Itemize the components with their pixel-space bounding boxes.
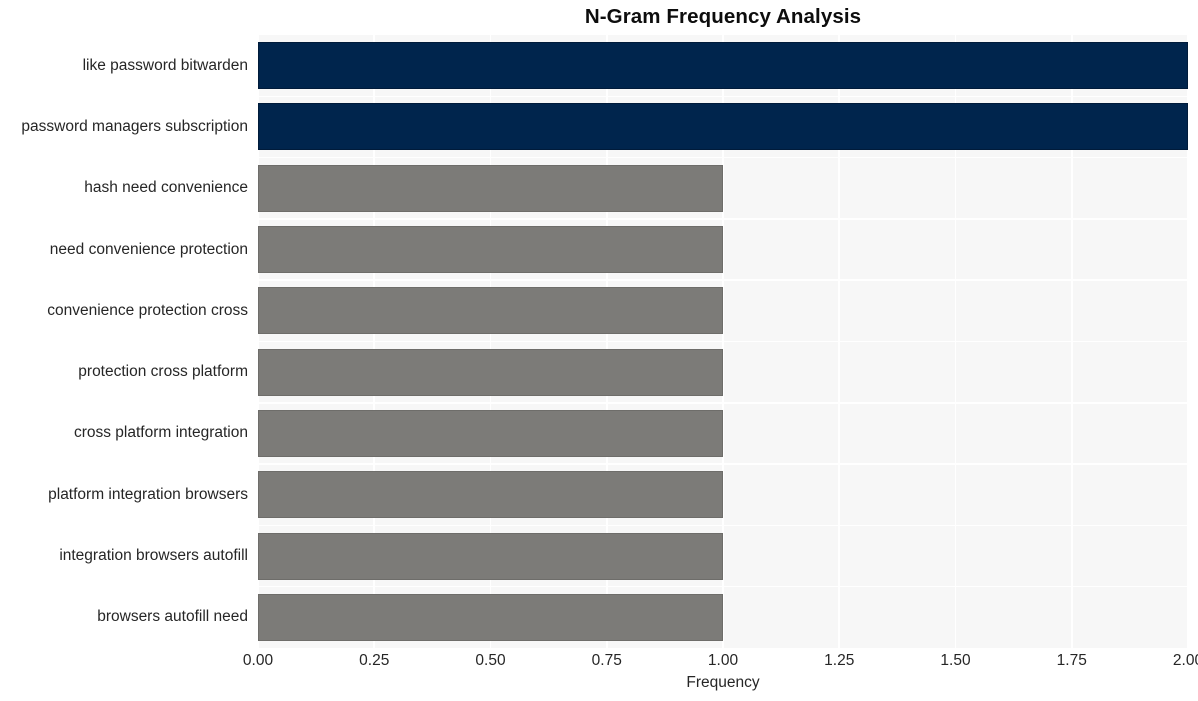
y-axis-tick-label: convenience protection cross [47, 301, 248, 319]
bar [258, 226, 723, 274]
x-axis-tick-label: 1.25 [824, 652, 855, 669]
ngram-frequency-chart: N-Gram Frequency Analysis like password … [0, 0, 1198, 701]
x-axis-tick-label: 0.50 [475, 652, 506, 669]
y-gridline [258, 218, 1188, 220]
bar [258, 593, 723, 641]
x-axis-tick-label: 1.75 [1056, 652, 1087, 669]
y-gridline [258, 156, 1188, 159]
bar [258, 42, 1188, 90]
bar [258, 348, 723, 396]
bar [258, 409, 723, 457]
y-gridline [258, 463, 1188, 465]
y-gridline [258, 340, 1188, 343]
y-axis-tick-label: cross platform integration [73, 424, 248, 442]
x-axis-tick-label: 1.00 [707, 652, 739, 669]
y-axis-tick-label: hash need convenience [84, 179, 248, 197]
y-gridline [258, 524, 1188, 527]
bar [258, 532, 723, 580]
bar [258, 471, 723, 519]
x-axis-tick-label: 2.00 [1172, 652, 1198, 669]
y-gridline [258, 402, 1188, 404]
plot-area [258, 35, 1188, 648]
y-axis-tick-label: integration browsers autofill [59, 547, 248, 565]
y-axis-tick-label: need convenience protection [49, 240, 248, 258]
y-axis-tick-label: browsers autofill need [97, 608, 248, 626]
y-axis-tick-label: protection cross platform [78, 363, 248, 381]
bar [258, 287, 723, 335]
y-gridline [258, 279, 1188, 281]
x-axis-tick-label: 0.25 [359, 652, 390, 669]
y-axis-tick-label: platform integration browsers [48, 485, 248, 503]
x-axis-tick-label: 1.50 [940, 652, 971, 669]
y-gridline [258, 95, 1188, 98]
y-axis-tick-label: password managers subscription [21, 117, 248, 135]
x-axis-tick-label: 0.75 [591, 652, 622, 669]
x-axis-tick-labels: 0.00 0.25 0.50 0.75 1.00 1.25 1.50 1.75 2.00 [243, 651, 1198, 675]
x-axis-title: Frequency [686, 674, 760, 691]
y-gridline [258, 585, 1188, 588]
bar [258, 103, 1188, 151]
y-axis-tick-label: like password bitwarden [82, 56, 248, 74]
bar [258, 164, 723, 212]
chart-title: N-Gram Frequency Analysis [584, 5, 862, 28]
y-axis-tick-labels: like password bitwarden password managers… [0, 35, 248, 648]
x-axis-tick-label: 0.00 [242, 652, 274, 669]
